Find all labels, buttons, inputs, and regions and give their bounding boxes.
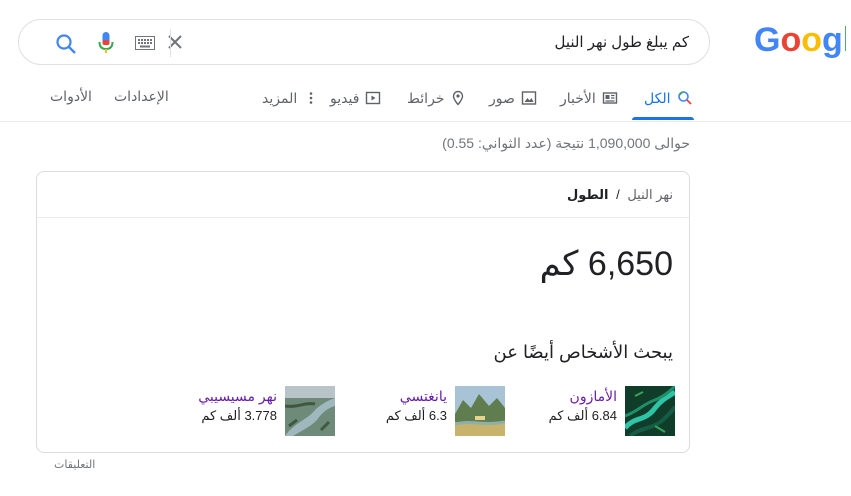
entity-value: 6.3 ألف كم [385, 408, 447, 423]
news-icon [602, 92, 617, 104]
entity-name[interactable]: الأمازون [570, 388, 617, 405]
breadcrumb: نهر النيل / الطول [567, 187, 673, 203]
card-divider [37, 217, 689, 218]
related-entity-mississippi[interactable]: نهر مسيسيبي 3.778 ألف كم [187, 386, 335, 438]
breadcrumb-separator: / [616, 187, 620, 202]
active-tab-indicator [632, 117, 694, 120]
tab-all[interactable]: الكل [644, 88, 693, 108]
tab-label: الكل [644, 89, 671, 106]
tabs-divider [0, 121, 851, 122]
related-entity-amazon[interactable]: الأمازون 6.84 ألف كم [517, 386, 675, 438]
entity-name[interactable]: يانغتسي [400, 388, 447, 405]
tab-label: صور [489, 89, 515, 106]
search-box[interactable]: كم يبلغ طول نهر النيل [18, 19, 710, 65]
microphone-icon[interactable] [97, 31, 115, 55]
amazon-thumbnail [625, 386, 675, 436]
answer-card: نهر النيل / الطول 6,650 كم يبحث الأشخاص … [36, 171, 690, 453]
answer-value: 6,650 كم [539, 245, 673, 283]
entity-value: 3.778 ألف كم [201, 408, 277, 423]
google-logo[interactable]: Google [754, 20, 846, 60]
related-entity-yangtze[interactable]: يانغتسي 6.3 ألف كم [357, 386, 505, 438]
tab-label: خرائط [407, 89, 445, 106]
search-box-divider [170, 29, 171, 57]
tab-label: فيديو [330, 89, 360, 106]
tab-maps[interactable]: خرائط [407, 88, 466, 108]
search-icon [677, 91, 692, 105]
people-also-search-title: يبحث الأشخاص أيضًا عن [493, 342, 674, 362]
image-icon [521, 91, 537, 105]
tab-label: المزيد [262, 89, 298, 106]
entity-name[interactable]: نهر مسيسيبي [198, 388, 277, 405]
keyboard-icon[interactable] [135, 36, 155, 50]
settings-link[interactable]: الإعدادات [114, 88, 169, 105]
more-vert-icon [309, 92, 313, 104]
svg-text:Google: Google [754, 21, 846, 59]
tab-label: الأخبار [560, 89, 596, 106]
map-pin-icon [453, 90, 464, 106]
search-input[interactable]: كم يبلغ طول نهر النيل [554, 33, 689, 51]
breadcrumb-current: الطول [567, 187, 609, 202]
entity-value: 6.84 ألف كم [548, 408, 617, 423]
close-icon[interactable] [165, 32, 185, 52]
mississippi-thumbnail [285, 386, 335, 436]
tools-link[interactable]: الأدوات [50, 88, 92, 105]
search-icon[interactable] [55, 33, 77, 55]
tab-more[interactable]: المزيد [262, 88, 319, 108]
breadcrumb-parent[interactable]: نهر النيل [627, 187, 673, 202]
tab-news[interactable]: الأخبار [560, 88, 618, 108]
tab-videos[interactable]: فيديو [330, 88, 381, 108]
feedback-link[interactable]: التعليقات [54, 458, 95, 471]
video-icon [366, 91, 381, 105]
result-stats: حوالى 1,090,000 نتيجة (عدد الثواني: 0.55… [442, 135, 690, 151]
tab-images[interactable]: صور [489, 88, 537, 108]
yangtze-thumbnail [455, 386, 505, 436]
